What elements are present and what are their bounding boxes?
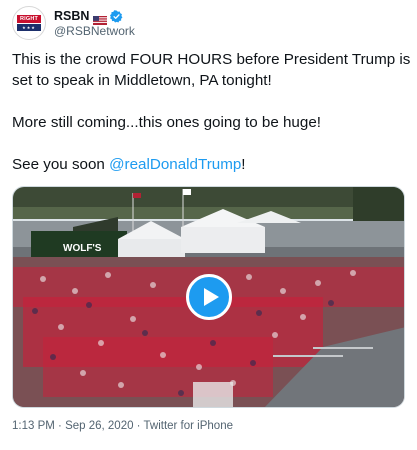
tweet-text: This is the crowd FOUR HOURS before Pres… bbox=[12, 49, 412, 175]
display-name[interactable]: RSBN bbox=[54, 9, 89, 23]
meta-separator: · bbox=[133, 420, 144, 432]
tweet-date[interactable]: Sep 26, 2020 bbox=[65, 420, 133, 432]
tweet-time[interactable]: 1:13 PM bbox=[12, 420, 55, 432]
play-button[interactable] bbox=[186, 274, 232, 320]
avatar[interactable]: RIGHT SIDE ★★★ bbox=[12, 6, 46, 40]
tweet-line-3-suffix: ! bbox=[241, 156, 246, 173]
avatar-logo-stars: ★★★ bbox=[22, 25, 36, 30]
avatar-logo-text: RIGHT SIDE bbox=[17, 15, 41, 30]
verified-badge-icon bbox=[110, 9, 123, 23]
video-media[interactable]: WOLF'S bbox=[12, 186, 405, 408]
tweet-source[interactable]: Twitter for iPhone bbox=[144, 420, 233, 432]
tweet-meta: 1:13 PM · Sep 26, 2020 · Twitter for iPh… bbox=[12, 420, 233, 432]
tweet-header: RIGHT SIDE ★★★ RSBN @RSBNetwork bbox=[12, 6, 405, 40]
tweet-line-3-prefix: See you soon bbox=[12, 156, 110, 173]
mention-link[interactable]: @realDonaldTrump bbox=[109, 156, 241, 173]
tweet-line-2: More still coming...this ones going to b… bbox=[12, 114, 321, 131]
meta-separator: · bbox=[54, 420, 66, 432]
us-flag-icon bbox=[93, 12, 108, 25]
name-row: RSBN bbox=[54, 8, 123, 25]
handle[interactable]: @RSBNetwork bbox=[54, 24, 135, 38]
tweet-line-1: This is the crowd FOUR HOURS before Pres… bbox=[12, 51, 415, 89]
banner-text: WOLF'S bbox=[63, 243, 102, 254]
play-icon bbox=[204, 288, 219, 306]
